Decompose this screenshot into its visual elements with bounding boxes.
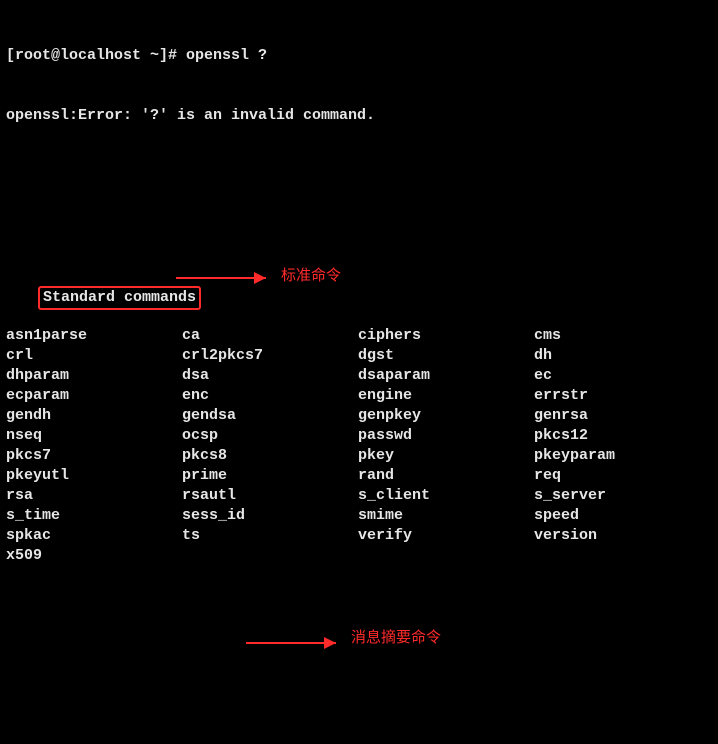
command-item: crl2pkcs7 xyxy=(182,346,358,366)
anno-digest: 消息摘要命令 xyxy=(351,628,441,648)
command-item: smime xyxy=(358,506,534,526)
command-item: s_server xyxy=(534,486,710,506)
command-item: dsaparam xyxy=(358,366,534,386)
command-item: version xyxy=(534,526,710,546)
command-item: rsautl xyxy=(182,486,358,506)
command-item: rand xyxy=(358,466,534,486)
command-item: speed xyxy=(534,506,710,526)
command-item: pkcs7 xyxy=(6,446,182,466)
command-item: errstr xyxy=(534,386,710,406)
command-item: ocsp xyxy=(182,426,358,446)
arrow-icon xyxy=(246,636,346,650)
command-item: dh xyxy=(534,346,710,366)
command-item: dhparam xyxy=(6,366,182,386)
error-line: openssl:Error: '?' is an invalid command… xyxy=(6,106,712,126)
command-item: gendsa xyxy=(182,406,358,426)
arrow-icon xyxy=(176,271,276,285)
command-item: x509 xyxy=(6,546,182,566)
command-item: engine xyxy=(358,386,534,406)
command-item: ciphers xyxy=(358,326,534,346)
command-item: dsa xyxy=(182,366,358,386)
command-item: pkeyutl xyxy=(6,466,182,486)
command-item: dgst xyxy=(358,346,534,366)
standard-header-box: Standard commands xyxy=(38,286,201,310)
command-item: passwd xyxy=(358,426,534,446)
command-item: genrsa xyxy=(534,406,710,426)
prompt-line: [root@localhost ~]# openssl ? xyxy=(6,46,712,66)
prompt: [root@localhost ~]# xyxy=(6,47,186,64)
command-item: pkcs12 xyxy=(534,426,710,446)
command-item: s_client xyxy=(358,486,534,506)
command-item: ca xyxy=(182,326,358,346)
command-item: nseq xyxy=(6,426,182,446)
standard-header-line: Standard commands 标准命令 xyxy=(6,266,712,286)
terminal: [root@localhost ~]# openssl ? openssl:Er… xyxy=(0,0,718,744)
standard-grid: asn1parsecacipherscmscrlcrl2pkcs7dgstdhd… xyxy=(6,326,712,566)
command-item: enc xyxy=(182,386,358,406)
command-item: ecparam xyxy=(6,386,182,406)
command-item: rsa xyxy=(6,486,182,506)
blank xyxy=(6,166,712,186)
command-item: prime xyxy=(182,466,358,486)
command-item: pkcs8 xyxy=(182,446,358,466)
command-item: gendh xyxy=(6,406,182,426)
command: openssl ? xyxy=(186,47,267,64)
command-item: ts xyxy=(182,526,358,546)
blank xyxy=(6,706,712,726)
command-item: cms xyxy=(534,326,710,346)
command-item: sess_id xyxy=(182,506,358,526)
command-item: req xyxy=(534,466,710,486)
command-item: verify xyxy=(358,526,534,546)
command-item: pkeyparam xyxy=(534,446,710,466)
command-item: ec xyxy=(534,366,710,386)
command-item: spkac xyxy=(6,526,182,546)
anno-standard: 标准命令 xyxy=(281,266,341,286)
command-item: s_time xyxy=(6,506,182,526)
command-item: genpkey xyxy=(358,406,534,426)
command-item: pkey xyxy=(358,446,534,466)
